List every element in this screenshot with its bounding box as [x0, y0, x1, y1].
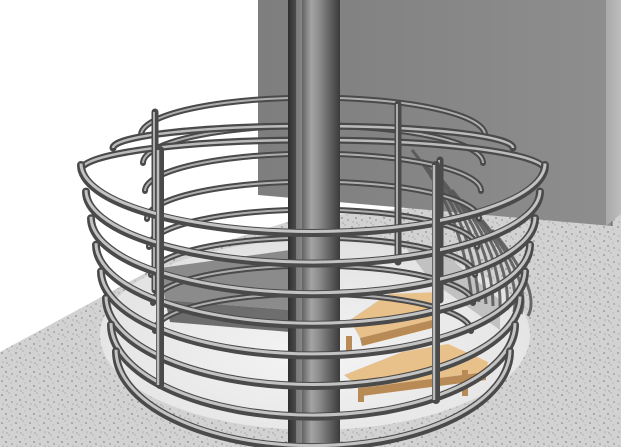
spiral-staircase-render: [0, 0, 621, 447]
column-shaft: [288, 0, 340, 447]
side-wall: [606, 0, 621, 226]
central-column: [288, 0, 340, 447]
render-canvas: [0, 0, 621, 447]
tread-2-leg: [358, 388, 364, 402]
column-highlight: [296, 0, 302, 447]
